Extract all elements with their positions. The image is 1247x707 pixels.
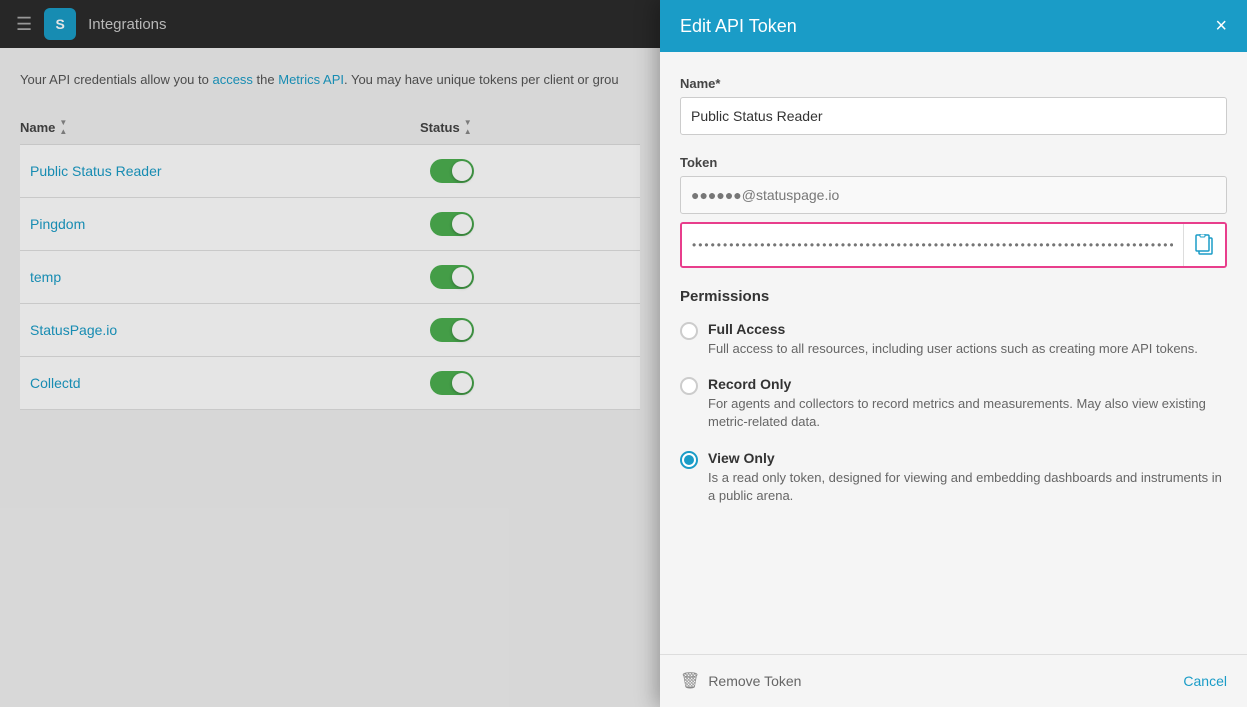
perm-desc-full-access: Full access to all resources, including … (708, 340, 1198, 358)
remove-token-button[interactable]: 🗑 Remove Token (680, 671, 801, 691)
table-row: Collectd (20, 357, 640, 410)
table-row: temp (20, 251, 640, 304)
perm-title-record-only: Record Only (708, 376, 1227, 392)
modal-title: Edit API Token (680, 16, 797, 37)
name-form-group: Name* (680, 76, 1227, 135)
perm-title-full-access: Full Access (708, 321, 1198, 337)
sort-down-icon: ▲ (59, 128, 67, 136)
token-form-group: Token (680, 155, 1227, 268)
permission-option-view-only[interactable]: View Only Is a read only token, designed… (680, 450, 1227, 505)
clipboard-icon (1195, 234, 1215, 256)
table-header: Name ▼ ▲ Status ▼ ▲ (20, 111, 640, 145)
toggle-1[interactable] (430, 212, 474, 236)
token-label: Token (680, 155, 1227, 170)
trash-icon: 🗑 (680, 671, 700, 691)
sort-arrows-status[interactable]: ▼ ▲ (464, 119, 472, 136)
app-logo: S (44, 8, 76, 40)
token-email-input[interactable] (680, 176, 1227, 214)
info-text: Your API credentials allow you to access… (20, 72, 640, 87)
perm-desc-record-only: For agents and collectors to record metr… (708, 395, 1227, 431)
col-name-header[interactable]: Name ▼ ▲ (20, 119, 420, 136)
permission-text-full-access: Full Access Full access to all resources… (708, 321, 1198, 358)
permission-option-record-only[interactable]: Record Only For agents and collectors to… (680, 376, 1227, 431)
perm-desc-view-only: Is a read only token, designed for viewi… (708, 469, 1227, 505)
sort-down-status-icon: ▲ (464, 128, 472, 136)
token-copy-row (680, 222, 1227, 268)
cancel-button[interactable]: Cancel (1183, 673, 1227, 689)
content-area: Your API credentials allow you to access… (0, 48, 660, 707)
metrics-api-link[interactable]: Metrics API (278, 72, 344, 87)
modal-footer: 🗑 Remove Token Cancel (660, 654, 1247, 707)
sort-up-status-icon: ▼ (464, 119, 472, 127)
name-input[interactable] (680, 97, 1227, 135)
table-row: StatusPage.io (20, 304, 640, 357)
perm-title-view-only: View Only (708, 450, 1227, 466)
table-row: Pingdom (20, 198, 640, 251)
row-link-0[interactable]: Public Status Reader (30, 163, 162, 179)
modal-panel: Edit API Token × Name* Token (660, 0, 1247, 707)
sort-up-icon: ▼ (59, 119, 67, 127)
table-row: Public Status Reader (20, 145, 640, 198)
access-link[interactable]: access (212, 72, 252, 87)
permission-text-view-only: View Only Is a read only token, designed… (708, 450, 1227, 505)
token-copy-container (680, 222, 1227, 268)
row-link-3[interactable]: StatusPage.io (30, 322, 117, 338)
radio-record-only[interactable] (680, 377, 698, 395)
copy-token-button[interactable] (1183, 224, 1225, 266)
topbar: ☰ S Integrations (0, 0, 660, 48)
permissions-title: Permissions (680, 288, 1227, 305)
toggle-2[interactable] (430, 265, 474, 289)
permission-text-record-only: Record Only For agents and collectors to… (708, 376, 1227, 431)
modal-header: Edit API Token × (660, 0, 1247, 52)
toggle-3[interactable] (430, 318, 474, 342)
permissions-group: Permissions Full Access Full access to a… (680, 288, 1227, 505)
row-link-1[interactable]: Pingdom (30, 216, 85, 232)
radio-view-only[interactable] (680, 451, 698, 469)
col-status-header[interactable]: Status ▼ ▲ (420, 119, 620, 136)
topbar-title: Integrations (88, 16, 166, 33)
token-value-input[interactable] (682, 224, 1183, 266)
row-link-4[interactable]: Collectd (30, 375, 81, 391)
toggle-0[interactable] (430, 159, 474, 183)
modal-close-button[interactable]: × (1215, 16, 1227, 36)
toggle-4[interactable] (430, 371, 474, 395)
permission-option-full-access[interactable]: Full Access Full access to all resources… (680, 321, 1227, 358)
modal-body: Name* Token (660, 52, 1247, 654)
radio-full-access[interactable] (680, 322, 698, 340)
row-link-2[interactable]: temp (30, 269, 61, 285)
sort-arrows-name[interactable]: ▼ ▲ (59, 119, 67, 136)
hamburger-icon[interactable]: ☰ (16, 14, 32, 35)
name-label: Name* (680, 76, 1227, 91)
